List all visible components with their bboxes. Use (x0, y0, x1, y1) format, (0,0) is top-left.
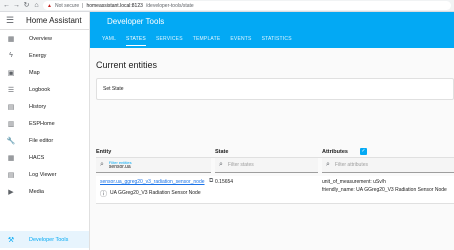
column-header-attributes: Attributes (322, 149, 348, 155)
filter-entities-value: sensor.ua (108, 164, 131, 170)
sidebar-item-logbook[interactable]: ☰ Logbook (0, 81, 89, 98)
map-icon: ▣ (7, 69, 15, 77)
sidebar-item-map[interactable]: ▣ Map (0, 64, 89, 81)
chart-icon: ▤ (7, 103, 15, 111)
app-header: Developer Tools YAML STATES SERVICES TEMPLA… (90, 12, 454, 48)
address-path: /developer-tools/state (145, 2, 194, 9)
sidebar-item-hacs[interactable]: ▦ HACS (0, 149, 89, 166)
sidebar-item-label: Logbook (29, 86, 51, 93)
search-icon: ⌕ (100, 161, 104, 168)
page-title: Developer Tools (107, 17, 165, 26)
sidebar-item-overview[interactable]: ▦ Overview (0, 30, 89, 47)
tab-statistics[interactable]: STATISTICS (262, 36, 292, 46)
sidebar-item-media[interactable]: ▶ Media (0, 183, 89, 200)
table-header: Entity State Attributes ✓ (96, 146, 454, 158)
sidebar-item-label: Overview (29, 35, 52, 42)
sidebar: ☰ Home Assistant ▦ Overview ϟ Energy ▣ Map ☰ Lo… (0, 12, 90, 250)
search-icon: ⌕ (326, 161, 330, 168)
copy-icon[interactable]: ⧉ (209, 178, 213, 185)
sidebar-item-energy[interactable]: ϟ Energy (0, 47, 89, 64)
tab-template[interactable]: TEMPLATE (193, 36, 221, 46)
filter-states-input[interactable]: ⌕ Filter states (215, 158, 318, 173)
forward-icon[interactable]: → (13, 0, 20, 12)
table-row: sensor.ua_ggreg20_v3_radiation_sensor_no… (96, 176, 454, 204)
store-icon: ▦ (7, 154, 15, 162)
chip-icon: ▥ (7, 120, 15, 128)
entity-friendly-name: UA GGreg20_V3 Radiation Sensor Node (110, 190, 201, 196)
sidebar-item-label: HACS (29, 154, 45, 161)
info-icon[interactable]: ⓘ (100, 189, 107, 199)
sidebar-item-file-editor[interactable]: 🔧 File editor (0, 132, 89, 149)
sidebar-item-esphome[interactable]: ▥ ESPHome (0, 115, 89, 132)
address-bar[interactable]: ▲ Not secure | homeassistant.local:8123/… (43, 1, 451, 10)
dashboard-icon: ▦ (7, 35, 15, 43)
sidebar-item-label: Developer Tools (29, 236, 69, 243)
tab-events[interactable]: EVENTS (230, 36, 251, 46)
sidebar-item-label: History (29, 103, 47, 110)
tab-bar: YAML STATES SERVICES TEMPLATE EVENTS STATISTI… (102, 36, 292, 46)
entity-attribute: unit_of_measurement: uSv/h (322, 179, 386, 185)
back-icon[interactable]: ← (3, 0, 10, 12)
wrench-icon: 🔧 (6, 137, 16, 145)
document-icon: ▤ (7, 171, 15, 179)
lightning-icon: ϟ (9, 52, 13, 59)
entity-state: 0.15654 (215, 179, 234, 185)
filter-states-placeholder: Filter states (227, 162, 254, 168)
sidebar-item-developer-tools[interactable]: ⚒ Developer Tools (0, 231, 89, 248)
browser-toolbar: ← → ↻ ⌂ ▲ Not secure | homeassistant.loc… (0, 0, 454, 12)
tab-states[interactable]: STATES (126, 36, 146, 46)
set-state-card[interactable]: Set State (96, 78, 454, 100)
address-host: homeassistant.local:8123 (86, 2, 143, 9)
filter-attributes-input[interactable]: ⌕ Filter attributes (322, 158, 454, 173)
column-header-state: State (215, 149, 229, 155)
sidebar-title: Home Assistant (26, 16, 82, 25)
sidebar-item-log-viewer[interactable]: ▤ Log Viewer (0, 166, 89, 183)
column-header-entity: Entity (96, 149, 112, 155)
main-content: Current entities Set State Entity State … (90, 48, 454, 250)
section-title: Current entities (96, 60, 158, 70)
sidebar-item-label: File editor (29, 137, 54, 144)
set-state-label: Set State (103, 86, 124, 92)
sidebar-header: ☰ Home Assistant (0, 12, 89, 30)
search-icon: ⌕ (219, 161, 223, 168)
filter-row: ⌕ Filter entities sensor.ua ⌕ Filter sta… (96, 158, 454, 173)
sidebar-item-label: Map (29, 69, 40, 76)
menu-icon[interactable]: ☰ (6, 15, 18, 26)
warning-icon: ▲ (47, 2, 52, 9)
tab-services[interactable]: SERVICES (156, 36, 183, 46)
sidebar-item-history[interactable]: ▤ History (0, 98, 89, 115)
sidebar-item-label: Media (29, 188, 44, 195)
reload-icon[interactable]: ↻ (23, 0, 30, 12)
hammer-icon: ⚒ (7, 236, 15, 244)
tab-yaml[interactable]: YAML (102, 36, 116, 46)
entity-attribute: friendly_name: UA GGreg20_V3 Radiation S… (322, 187, 447, 193)
filter-entities-input[interactable]: ⌕ Filter entities sensor.ua (96, 158, 211, 173)
media-icon: ▶ (8, 188, 14, 196)
filter-attributes-placeholder: Filter attributes (334, 162, 368, 168)
entities-table: Entity State Attributes ✓ ⌕ Filter entit… (96, 146, 454, 204)
security-label: Not secure (54, 2, 80, 9)
sidebar-item-label: ESPHome (29, 120, 55, 127)
attributes-checkbox[interactable]: ✓ (360, 148, 367, 155)
sidebar-item-label: Energy (29, 52, 47, 59)
entity-id-link[interactable]: sensor.ua_ggreg20_v3_radiation_sensor_no… (100, 179, 205, 185)
sidebar-item-label: Log Viewer (29, 171, 57, 178)
home-icon[interactable]: ⌂ (33, 0, 40, 12)
list-icon: ☰ (7, 86, 15, 94)
